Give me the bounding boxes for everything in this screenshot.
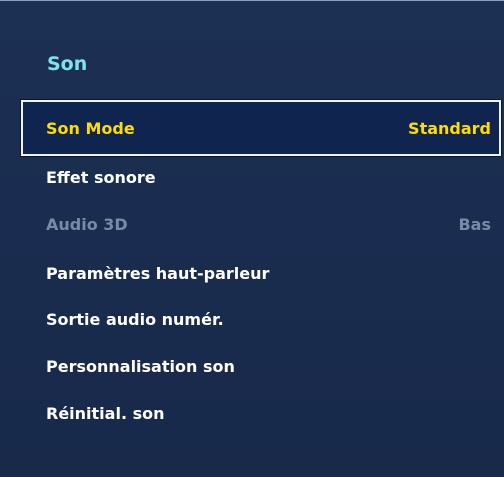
menu-item-sortie-audio-numer[interactable]: Sortie audio numér. <box>21 296 501 343</box>
menu-item-label: Personnalisation son <box>46 356 235 376</box>
menu-item-reinitial-son[interactable]: Réinitial. son <box>21 389 501 437</box>
menu-item-personnalisation-son[interactable]: Personnalisation son <box>21 343 501 389</box>
menu-title: Son <box>47 53 88 75</box>
menu-item-parametres-haut-parleur[interactable]: Paramètres haut-parleur <box>21 250 501 296</box>
sound-menu-panel: Son Son Mode Standard Effet sonore Audio… <box>0 0 504 477</box>
menu-item-audio-3d: Audio 3D Bas <box>21 198 501 250</box>
menu-item-label: Réinitial. son <box>46 403 165 423</box>
menu-item-effet-sonore[interactable]: Effet sonore <box>21 156 501 198</box>
menu-item-value: Bas <box>458 214 491 234</box>
menu-list: Son Mode Standard Effet sonore Audio 3D … <box>21 100 501 437</box>
menu-item-label: Sortie audio numér. <box>46 310 224 329</box>
menu-item-label: Son Mode <box>46 118 135 138</box>
menu-item-son-mode[interactable]: Son Mode Standard <box>21 100 501 156</box>
menu-item-label: Paramètres haut-parleur <box>46 263 270 283</box>
menu-item-value: Standard <box>408 118 491 138</box>
menu-item-label: Effet sonore <box>46 167 156 187</box>
menu-item-label: Audio 3D <box>46 214 128 234</box>
